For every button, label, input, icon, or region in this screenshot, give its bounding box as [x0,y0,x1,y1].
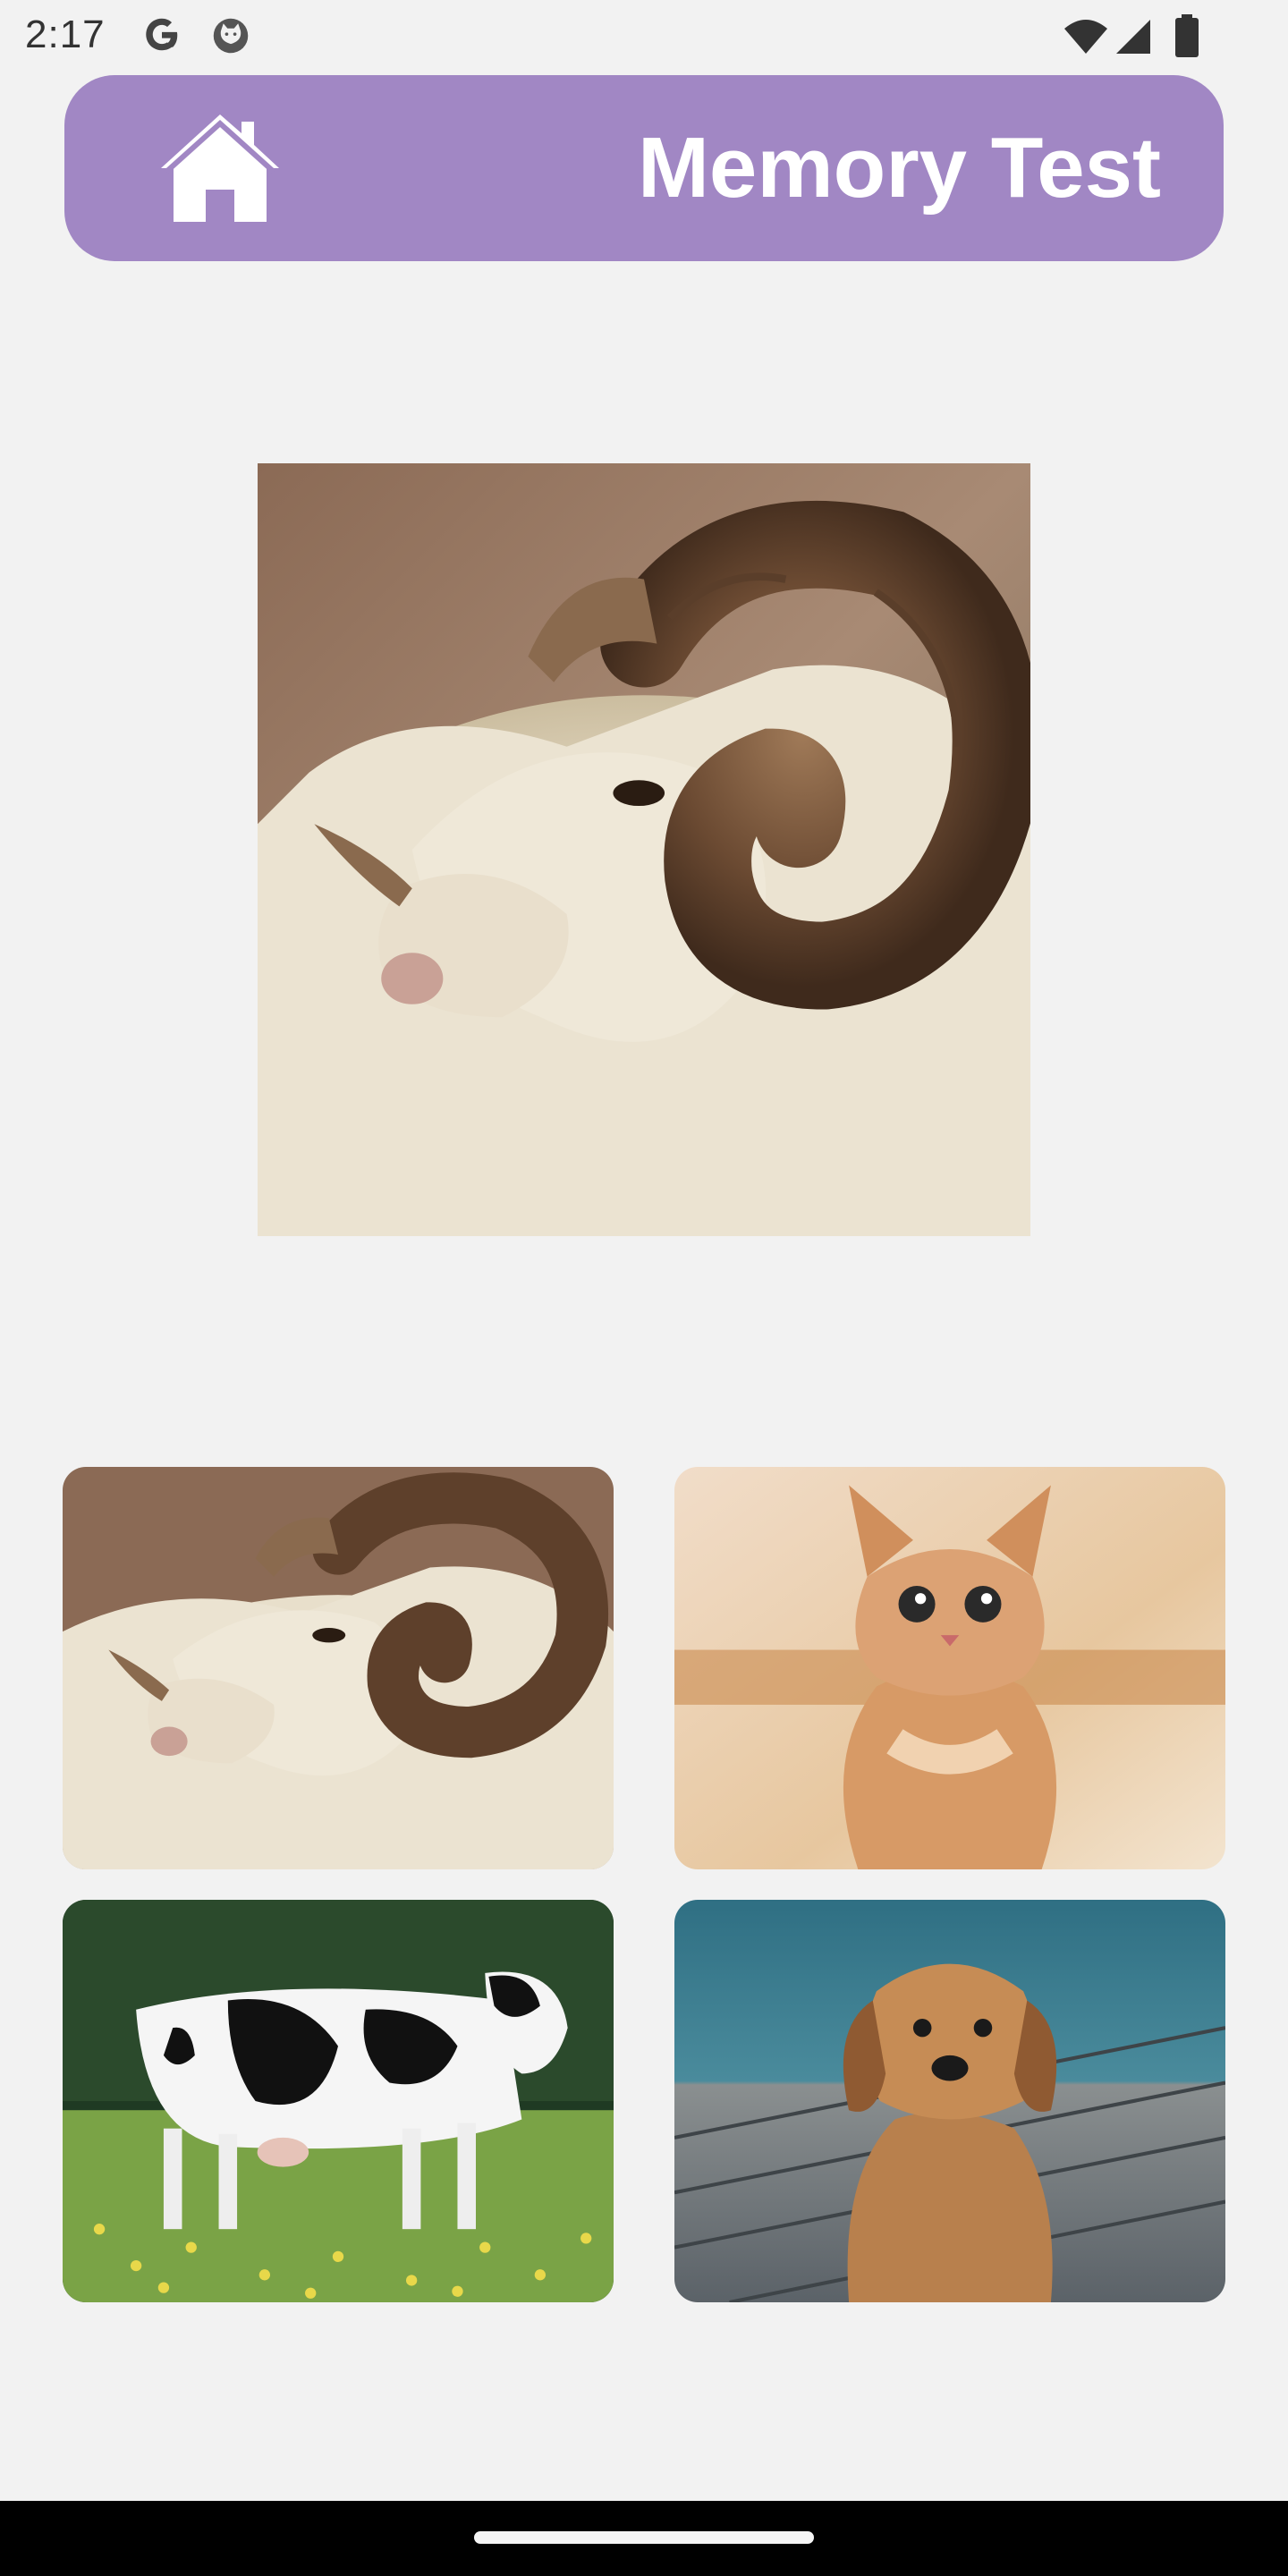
choice-kitten[interactable] [674,1467,1225,1869]
home-icon [161,114,279,222]
cat-notification-icon [211,16,250,55]
wifi-icon [1063,18,1109,55]
home-button[interactable] [157,111,283,225]
battery-icon [1174,14,1200,57]
cell-signal-icon [1114,18,1152,55]
status-time: 2:17 [25,13,106,56]
choice-puppy[interactable] [674,1900,1225,2302]
navigation-bar [0,2501,1288,2576]
choice-ram[interactable] [63,1467,614,1869]
gesture-handle[interactable] [474,2531,814,2544]
google-icon [141,14,182,55]
page-title: Memory Test [637,120,1161,216]
status-bar: 2:17 [0,0,1288,75]
choice-cow[interactable] [63,1900,614,2302]
app-header: Memory Test [64,75,1224,261]
target-image-ram [258,463,1030,1236]
